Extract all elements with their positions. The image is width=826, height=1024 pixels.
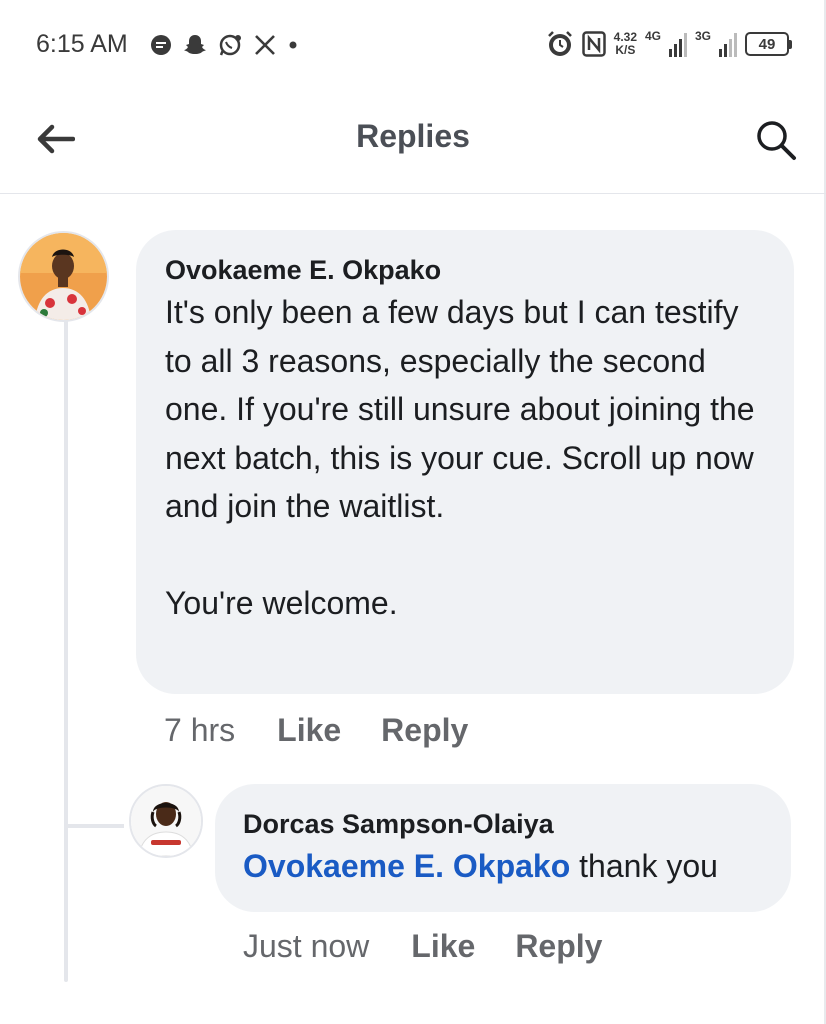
snapchat-icon	[184, 33, 206, 57]
search-icon	[757, 121, 796, 160]
network-speed: 4.32 K/S	[614, 31, 637, 57]
reply-author[interactable]: Dorcas Sampson-Olaiya	[243, 808, 763, 840]
comment-actions: 7 hrs Like Reply	[164, 712, 508, 749]
nfc-icon	[581, 31, 606, 57]
comment-time: 7 hrs	[164, 712, 236, 748]
status-bar: 6:15 AM 4.32 K/S 4G 3G 49	[0, 0, 826, 90]
chat-bubble-icon	[150, 34, 172, 56]
comment-text: It's only been a few days but I can test…	[165, 294, 755, 621]
reply-button[interactable]: Reply	[515, 928, 602, 965]
comment-author[interactable]: Ovokaeme E. Okpako	[165, 254, 766, 286]
notification-icons	[150, 30, 298, 60]
whatsapp-icon	[218, 33, 242, 57]
avatar[interactable]	[129, 784, 203, 858]
avatar[interactable]	[18, 231, 109, 322]
like-button[interactable]: Like	[277, 712, 341, 749]
reply-time: Just now	[243, 928, 370, 964]
network-speed-unit: K/S	[615, 43, 636, 57]
reply-text-body: thank you	[570, 848, 718, 884]
signal-3g-icon: 3G	[695, 29, 737, 57]
alarm-icon	[546, 30, 574, 58]
comment-bubble[interactable]: Ovokaeme E. Okpako It's only been a few …	[136, 230, 794, 694]
reply-bubble[interactable]: Dorcas Sampson-Olaiya Ovokaeme E. Okpako…	[215, 784, 791, 912]
signal-4g-icon: 4G	[645, 29, 687, 57]
battery-level: 49	[745, 32, 789, 56]
status-time: 6:15 AM	[36, 30, 128, 58]
mention-link[interactable]: Ovokaeme E. Okpako	[243, 848, 570, 884]
system-icons: 4.32 K/S 4G 3G 49	[546, 28, 792, 60]
reply-text: Ovokaeme E. Okpako thank you	[243, 846, 763, 886]
signal-4g-label: 4G	[645, 29, 662, 43]
thread-line	[64, 320, 68, 982]
app-header: Replies	[0, 90, 826, 194]
dot-icon	[288, 40, 298, 50]
reply-branch-line	[64, 824, 124, 828]
search-button[interactable]	[750, 114, 802, 166]
like-button[interactable]: Like	[411, 928, 475, 965]
x-icon	[254, 34, 276, 56]
signal-3g-label: 3G	[695, 29, 712, 43]
reply-actions: Just now Like Reply	[243, 928, 642, 965]
reply-button[interactable]: Reply	[381, 712, 468, 749]
page-title: Replies	[356, 118, 470, 154]
battery-icon: 49	[745, 32, 792, 56]
